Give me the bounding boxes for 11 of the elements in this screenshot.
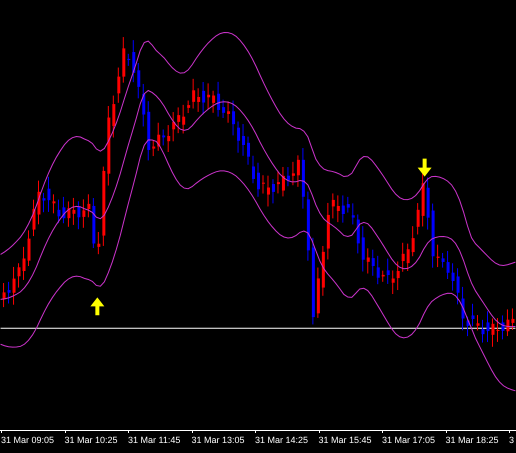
time-axis-label: 31 Mar 13:05 [190,431,245,453]
up-arrow-icon [90,297,104,316]
time-axis-label: 31 Mar 11:45 [127,431,180,453]
time-axis-label: 31 Mar 09:05 [0,431,54,453]
time-axis-label: 31 Mar 14:25 [254,431,308,453]
time-axis-label: 31 Mar 18:25 [444,431,499,453]
time-axis-label: 31 Mar 17:05 [381,431,436,453]
time-axis-label: 31 Mar 15:45 [318,431,372,453]
time-axis-label: 31 Mar 10:25 [64,431,118,453]
down-arrow-icon [418,158,432,177]
time-axis-label: 3 [508,431,514,453]
